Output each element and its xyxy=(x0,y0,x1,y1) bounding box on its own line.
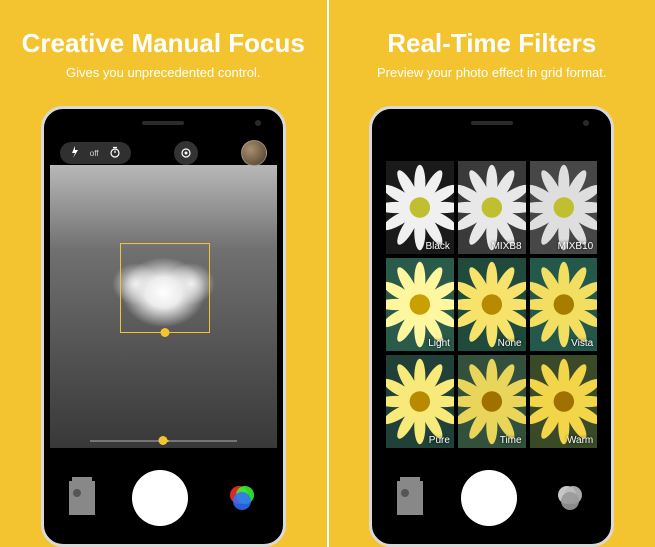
shutter-button[interactable] xyxy=(461,470,517,526)
camera-topbar: off xyxy=(50,139,277,167)
filter-cell[interactable]: None xyxy=(458,258,526,351)
phone-notch xyxy=(378,115,605,131)
filter-label: Light xyxy=(428,338,450,349)
filter-label: MIXB8 xyxy=(492,241,522,252)
filter-cell[interactable]: Warm xyxy=(530,355,598,448)
filter-grid-screen: Black MIXB8 MIXB10 Light None Vista Pure… xyxy=(378,133,605,538)
camera-bottombar xyxy=(378,458,605,538)
filter-label: Time xyxy=(500,435,522,446)
filter-label: None xyxy=(498,338,522,349)
filter-cell[interactable]: Light xyxy=(386,258,454,351)
focus-reticle[interactable] xyxy=(120,243,210,333)
timer-icon[interactable] xyxy=(109,146,121,160)
panel-title: Real-Time Filters xyxy=(387,28,596,59)
filters-icon[interactable] xyxy=(554,482,586,514)
flash-label: off xyxy=(90,149,99,158)
focus-slider[interactable] xyxy=(90,440,237,442)
filter-grid: Black MIXB8 MIXB10 Light None Vista Pure… xyxy=(386,161,597,448)
phone-frame-right: Black MIXB8 MIXB10 Light None Vista Pure… xyxy=(369,106,614,547)
filter-label: MIXB10 xyxy=(558,241,594,252)
filter-cell[interactable]: MIXB10 xyxy=(530,161,598,254)
filter-cell[interactable]: Time xyxy=(458,355,526,448)
camera-bottombar xyxy=(50,458,277,538)
feature-panel-manual-focus: Creative Manual Focus Gives you unpreced… xyxy=(0,0,327,547)
filter-cell[interactable]: Pure xyxy=(386,355,454,448)
panel-subtitle: Preview your photo effect in grid format… xyxy=(377,65,607,80)
settings-icon[interactable] xyxy=(174,141,198,165)
filter-label: Black xyxy=(425,241,449,252)
shutter-button[interactable] xyxy=(132,470,188,526)
front-camera-dot xyxy=(583,120,589,126)
mode-switch-icon[interactable] xyxy=(397,481,423,515)
panel-subtitle: Gives you unprecedented control. xyxy=(66,65,260,80)
filter-cell[interactable]: Vista xyxy=(530,258,598,351)
mode-switch-icon[interactable] xyxy=(69,481,95,515)
camera-app-screen: off xyxy=(50,133,277,538)
speaker-slot xyxy=(471,121,513,125)
gallery-thumbnail[interactable] xyxy=(241,140,267,166)
phone-frame-left: off xyxy=(41,106,286,547)
front-camera-dot xyxy=(255,120,261,126)
speaker-slot xyxy=(142,121,184,125)
feature-panel-filters: Real-Time Filters Preview your photo eff… xyxy=(327,0,655,547)
phone-notch xyxy=(50,115,277,131)
panel-title: Creative Manual Focus xyxy=(22,28,305,59)
filter-cell[interactable]: MIXB8 xyxy=(458,161,526,254)
filters-icon[interactable] xyxy=(226,482,258,514)
filter-label: Pure xyxy=(429,435,450,446)
filter-label: Vista xyxy=(571,338,593,349)
topbar-pill: off xyxy=(60,142,131,164)
filter-cell[interactable]: Black xyxy=(386,161,454,254)
flash-icon[interactable] xyxy=(70,146,80,160)
filter-label: Warm xyxy=(567,435,593,446)
